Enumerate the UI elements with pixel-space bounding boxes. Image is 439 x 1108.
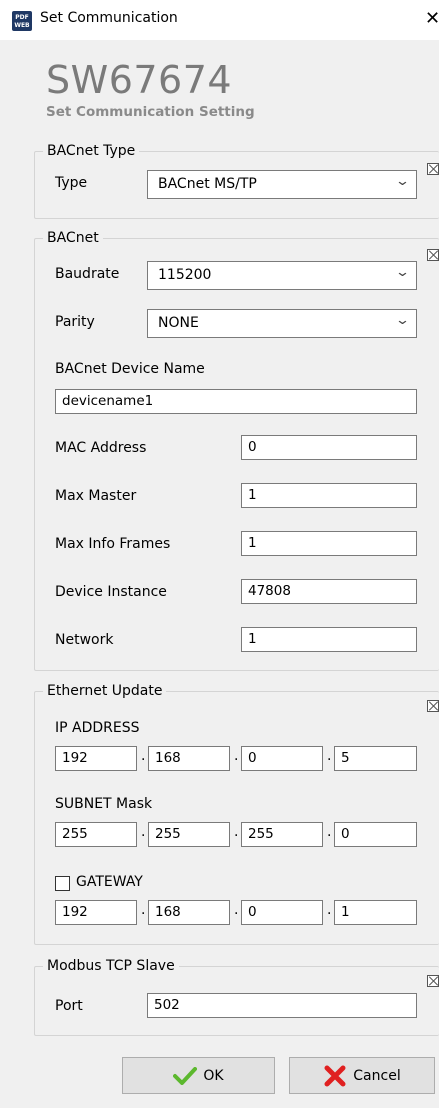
ok-button-label: OK xyxy=(203,1067,224,1084)
checkmark-icon xyxy=(173,1066,198,1085)
max-master-input[interactable]: 1 xyxy=(241,483,417,508)
chevron-down-icon: ⌄ xyxy=(394,313,411,328)
ip-octet-4[interactable]: 5 xyxy=(334,746,417,771)
mac-address-label: MAC Address xyxy=(55,440,147,456)
device-instance-label: Device Instance xyxy=(55,584,167,600)
app-icon-text-top: PDF xyxy=(15,14,29,21)
port-label: Port xyxy=(55,998,83,1014)
cancel-button[interactable]: Cancel xyxy=(289,1057,435,1094)
close-icon[interactable]: ✕ xyxy=(425,8,439,29)
subnet-octet-4[interactable]: 0 xyxy=(334,822,417,847)
parity-label: Parity xyxy=(55,314,95,330)
ip-separator: . xyxy=(327,748,332,764)
baudrate-label: Baudrate xyxy=(55,266,120,282)
chevron-down-icon: ⌄ xyxy=(394,265,411,280)
max-info-frames-input[interactable]: 1 xyxy=(241,531,417,556)
gateway-checkbox[interactable] xyxy=(55,876,70,891)
cancel-button-label: Cancel xyxy=(353,1067,401,1084)
modbus-tcp-slave-legend: Modbus TCP Slave xyxy=(47,958,175,974)
ip-separator: . xyxy=(234,748,239,764)
baudrate-select[interactable]: 115200 ⌄ xyxy=(147,261,417,290)
page-subtitle: Set Communication Setting xyxy=(46,104,255,120)
subnet-octet-1[interactable]: 255 xyxy=(55,822,137,847)
bacnet-type-legend: BACnet Type xyxy=(47,143,136,159)
network-input[interactable]: 1 xyxy=(241,627,417,652)
parity-select[interactable]: NONE ⌄ xyxy=(147,309,417,338)
gateway-octet-3[interactable]: 0 xyxy=(241,900,323,925)
bacnet-collapse-icon[interactable] xyxy=(427,249,439,261)
gateway-separator: . xyxy=(327,902,332,918)
type-select[interactable]: BACnet MS/TP ⌄ xyxy=(147,170,417,199)
gateway-separator: . xyxy=(234,902,239,918)
subnet-octet-3[interactable]: 255 xyxy=(241,822,323,847)
ok-button[interactable]: OK xyxy=(122,1057,275,1094)
device-name-input[interactable]: devicename1 xyxy=(55,389,417,414)
app-icon-text-bottom: WEB xyxy=(14,22,30,29)
type-select-value: BACnet MS/TP xyxy=(158,176,257,192)
subnet-octet-2[interactable]: 255 xyxy=(148,822,230,847)
chevron-down-icon: ⌄ xyxy=(394,174,411,189)
network-label: Network xyxy=(55,632,114,648)
ip-octet-2[interactable]: 168 xyxy=(148,746,230,771)
max-master-label: Max Master xyxy=(55,488,137,504)
type-label: Type xyxy=(55,175,88,191)
gateway-octet-1[interactable]: 192 xyxy=(55,900,137,925)
device-name-label: BACnet Device Name xyxy=(55,361,205,377)
bacnet-legend: BACnet xyxy=(47,230,99,246)
subnet-mask-label: SUBNET Mask xyxy=(55,796,153,812)
title-bar: PDF WEB Set Communication ✕ xyxy=(0,0,439,40)
app-icon: PDF WEB xyxy=(12,11,32,31)
ip-octet-3[interactable]: 0 xyxy=(241,746,323,771)
subnet-separator: . xyxy=(141,824,146,840)
subnet-separator: . xyxy=(327,824,332,840)
window-title: Set Communication xyxy=(40,10,178,26)
modbus-collapse-icon[interactable] xyxy=(427,975,439,987)
port-input[interactable]: 502 xyxy=(147,993,417,1018)
cancel-x-icon xyxy=(324,1065,346,1086)
device-instance-input[interactable]: 47808 xyxy=(241,579,417,604)
ethernet-collapse-icon[interactable] xyxy=(427,700,439,712)
product-code: SW67674 xyxy=(46,58,233,102)
baudrate-select-value: 115200 xyxy=(158,267,212,283)
gateway-label: GATEWAY xyxy=(76,874,143,890)
mac-address-input[interactable]: 0 xyxy=(241,435,417,460)
gateway-octet-4[interactable]: 1 xyxy=(334,900,417,925)
ip-separator: . xyxy=(141,748,146,764)
subnet-separator: . xyxy=(234,824,239,840)
ip-address-label: IP ADDRESS xyxy=(55,720,140,736)
parity-select-value: NONE xyxy=(158,315,199,331)
max-info-frames-label: Max Info Frames xyxy=(55,536,171,552)
ethernet-update-legend: Ethernet Update xyxy=(47,683,163,699)
gateway-octet-2[interactable]: 168 xyxy=(148,900,230,925)
ip-octet-1[interactable]: 192 xyxy=(55,746,137,771)
bacnet-type-collapse-icon[interactable] xyxy=(427,163,439,175)
gateway-separator: . xyxy=(141,902,146,918)
